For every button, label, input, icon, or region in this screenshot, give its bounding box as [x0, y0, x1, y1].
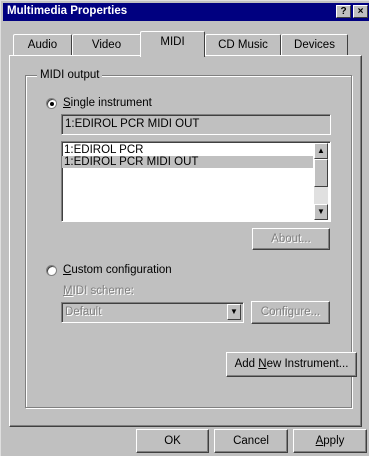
close-button[interactable]: ×	[353, 5, 368, 18]
custom-configuration-radio[interactable]	[46, 265, 57, 276]
tab-midi-label: MIDI	[160, 36, 185, 48]
list-item-selected[interactable]: 1:EDIROL PCR MIDI OUT	[62, 156, 313, 168]
current-instrument-field: 1:EDIROL PCR MIDI OUT	[61, 114, 331, 135]
tab-video[interactable]: Video	[72, 34, 141, 56]
configure-button[interactable]: Configure...	[251, 301, 330, 324]
dropdown-button[interactable]: ▼	[227, 304, 241, 320]
midi-scheme-value: Default	[65, 306, 102, 318]
about-button[interactable]: About...	[252, 228, 330, 250]
window-title: Multimedia Properties	[7, 5, 128, 17]
custom-configuration-text: ustom configuration	[71, 264, 172, 276]
midi-scheme-label: MIDI scheme:	[63, 285, 134, 297]
instrument-listbox[interactable]: 1:EDIROL PCR 1:EDIROL PCR MIDI OUT ▲ ▼	[61, 141, 331, 222]
arrow-up-icon: ▲	[317, 146, 325, 155]
custom-configuration-label[interactable]: Custom configuration	[63, 264, 172, 276]
tab-cd-music-label: CD Music	[218, 39, 268, 51]
tab-audio[interactable]: Audio	[13, 34, 72, 56]
scroll-thumb[interactable]	[314, 159, 328, 187]
add-new-instrument-text-1: Add	[234, 358, 259, 370]
midi-scheme-mnemonic: M	[63, 285, 73, 297]
title-bar[interactable]: Multimedia Properties ? ×	[3, 3, 369, 21]
add-new-instrument-mnemonic: N	[258, 358, 267, 370]
cancel-button[interactable]: Cancel	[214, 429, 288, 453]
current-instrument-value: 1:EDIROL PCR MIDI OUT	[65, 118, 200, 130]
midi-scheme-text: IDI scheme:	[72, 285, 134, 297]
add-new-instrument-text-2: ew Instrument...	[266, 358, 349, 370]
arrow-down-icon: ▼	[317, 207, 325, 216]
scroll-up-button[interactable]: ▲	[314, 143, 328, 159]
single-instrument-mnemonic: S	[63, 97, 71, 109]
radio-selected-dot	[50, 102, 54, 106]
single-instrument-radio[interactable]	[46, 98, 57, 109]
tab-devices-label: Devices	[294, 39, 335, 51]
scroll-down-button[interactable]: ▼	[314, 204, 328, 220]
apply-text: pply	[323, 435, 345, 447]
midi-scheme-dropdown[interactable]: Default ▼	[61, 302, 244, 323]
add-new-instrument-button[interactable]: Add New Instrument...	[226, 352, 357, 377]
single-instrument-text: ingle instrument	[70, 97, 152, 109]
chevron-down-icon: ▼	[230, 307, 238, 316]
tab-devices[interactable]: Devices	[281, 34, 348, 56]
tab-midi[interactable]: MIDI	[140, 31, 205, 57]
apply-button[interactable]: Apply	[293, 429, 367, 453]
tab-audio-label: Audio	[27, 39, 58, 51]
tab-cd-music[interactable]: CD Music	[205, 34, 281, 56]
single-instrument-label[interactable]: Single instrument	[63, 97, 152, 109]
list-item[interactable]: 1:EDIROL PCR	[62, 144, 330, 156]
midi-output-group-label: MIDI output	[37, 69, 103, 81]
multimedia-properties-window: Multimedia Properties ? × Audio Video MI…	[0, 0, 369, 456]
help-button[interactable]: ?	[336, 5, 351, 18]
tab-video-label: Video	[91, 39, 122, 51]
ok-button[interactable]: OK	[136, 429, 209, 453]
